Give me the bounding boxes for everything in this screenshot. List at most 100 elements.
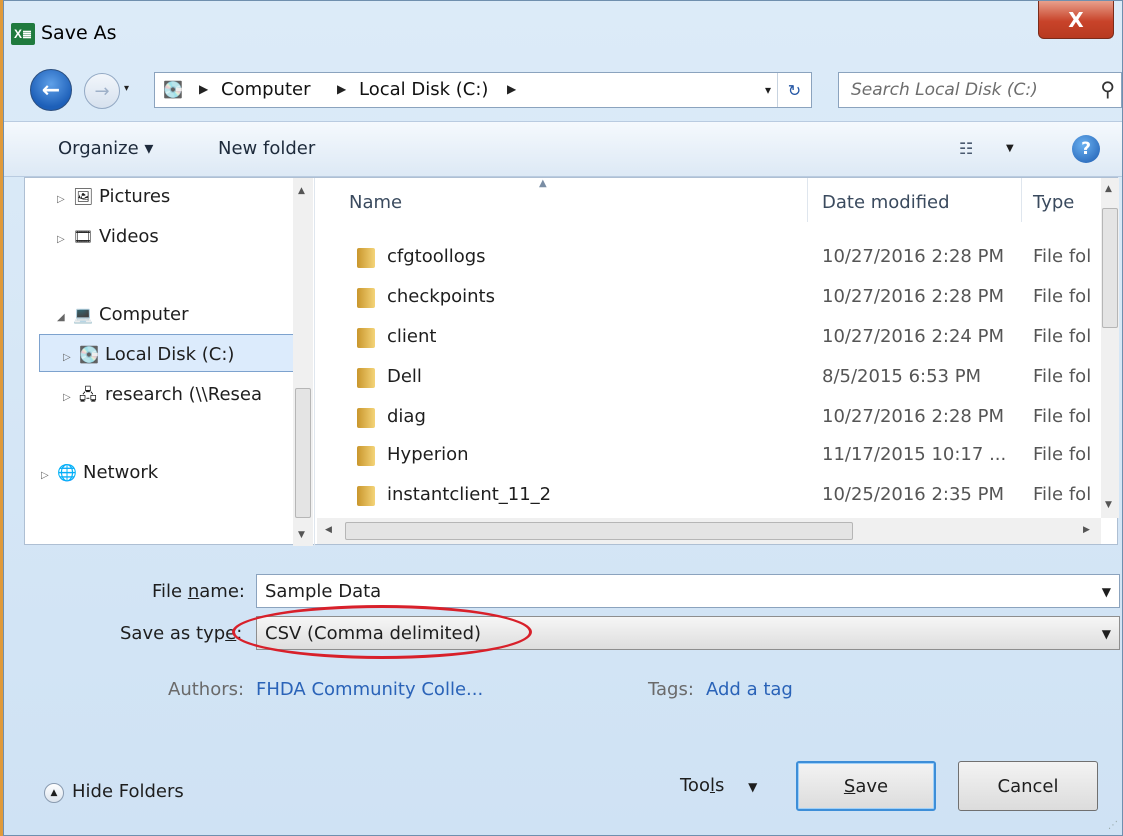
file-type: File fol <box>1033 366 1092 387</box>
file-name-field[interactable]: Sample Data ▼ <box>256 574 1120 608</box>
collapse-arrow-icon[interactable]: ◢ <box>57 312 73 323</box>
table-row[interactable]: checkpoints 10/27/2016 2:28 PM File fol <box>317 278 1101 318</box>
chevron-right-icon[interactable]: ▶ <box>199 82 208 96</box>
file-name: checkpoints <box>387 286 495 307</box>
recent-locations-dropdown[interactable]: ▾ <box>124 83 129 94</box>
breadcrumb-computer[interactable]: Computer <box>221 79 310 100</box>
add-tag-link[interactable]: Add a tag <box>706 679 793 700</box>
sidebar-item-label: Videos <box>99 226 159 247</box>
folder-icon <box>357 408 375 428</box>
file-name: cfgtoollogs <box>387 246 486 267</box>
chevron-right-icon[interactable]: ▶ <box>337 82 346 96</box>
chevron-down-icon: ▼ <box>748 780 758 794</box>
file-name-label: File name: <box>152 581 245 602</box>
scrollbar-thumb[interactable] <box>1102 208 1118 328</box>
expand-arrow-icon[interactable]: ▷ <box>63 392 79 403</box>
drive-icon: 💽 <box>163 80 183 99</box>
address-bar[interactable]: 💽 ▶ Computer ▶ Local Disk (C:) ▶ ▾ ↻ <box>154 72 812 108</box>
scroll-down-icon[interactable]: ▼ <box>298 530 305 540</box>
file-type: File fol <box>1033 326 1092 347</box>
close-button[interactable]: X <box>1038 1 1114 39</box>
search-icon[interactable]: ⚲ <box>1100 77 1115 101</box>
forward-button[interactable]: → <box>84 73 120 109</box>
sidebar-item-network[interactable]: ▷ 🌐 Network <box>41 462 158 483</box>
computer-icon: 💻 <box>73 305 93 324</box>
drive-icon: 💽 <box>79 345 99 364</box>
expand-arrow-icon[interactable]: ▷ <box>57 234 73 245</box>
file-name: diag <box>387 406 426 427</box>
tools-menu-button[interactable]: Tools ▼ <box>680 775 757 796</box>
sidebar-item-computer[interactable]: ◢ 💻 Computer <box>57 304 188 325</box>
sort-ascending-icon: ▲ <box>539 178 547 189</box>
sidebar-item-label: Pictures <box>99 186 171 207</box>
tags-label: Tags: <box>648 679 694 700</box>
sidebar-item-pictures[interactable]: ▷ 🖼 Pictures <box>57 186 170 207</box>
file-list-vertical-scrollbar[interactable]: ▲ ▼ <box>1101 178 1119 518</box>
back-button[interactable]: ← <box>30 69 72 111</box>
column-header-date-modified[interactable]: Date modified <box>822 192 950 213</box>
file-type: File fol <box>1033 286 1092 307</box>
browser-area: ▷ 🖼 Pictures ▷ 🎞 Videos ◢ 💻 Computer ▷ 💽 Local D… <box>24 177 1119 546</box>
table-row[interactable]: client 10/27/2016 2:24 PM File fol <box>317 318 1101 358</box>
column-header-type[interactable]: Type <box>1033 192 1074 213</box>
sidebar-item-local-disk[interactable]: ▷ 💽 Local Disk (C:) <box>63 344 234 365</box>
address-dropdown-icon[interactable]: ▾ <box>765 83 771 97</box>
sidebar-item-label: Computer <box>99 304 189 325</box>
table-row[interactable]: instantclient_11_2 10/25/2016 2:35 PM Fi… <box>317 476 1101 516</box>
scroll-right-icon[interactable]: ▶ <box>1083 525 1090 535</box>
search-placeholder: Search Local Disk (C:) <box>851 80 1038 100</box>
new-folder-button[interactable]: New folder <box>218 138 315 159</box>
column-divider[interactable] <box>807 178 808 222</box>
resize-grip-icon[interactable]: ⋰ <box>1108 820 1118 831</box>
network-icon: 🌐 <box>57 463 77 482</box>
file-name: instantclient_11_2 <box>387 484 552 505</box>
chevron-down-icon[interactable]: ▼ <box>1102 627 1111 641</box>
cancel-button[interactable]: Cancel <box>958 761 1098 811</box>
network-drive-icon: 🖧 <box>79 385 97 404</box>
excel-app-icon: X≣ <box>11 23 35 45</box>
chevron-right-icon[interactable]: ▶ <box>507 82 516 96</box>
authors-value[interactable]: FHDA Community Colle... <box>256 679 483 700</box>
scroll-up-icon[interactable]: ▲ <box>298 186 305 196</box>
authors-label: Authors: <box>168 679 245 700</box>
table-row[interactable]: diag 10/27/2016 2:28 PM File fol <box>317 398 1101 438</box>
refresh-button[interactable]: ↻ <box>777 73 811 107</box>
save-button[interactable]: Save <box>796 761 936 811</box>
expand-arrow-icon[interactable]: ▷ <box>41 470 57 481</box>
column-divider[interactable] <box>1021 178 1022 222</box>
help-icon[interactable]: ? <box>1072 135 1100 163</box>
organize-menu-button[interactable]: Organize ▾ <box>58 138 153 159</box>
scrollbar-thumb[interactable] <box>345 522 853 540</box>
column-header-name[interactable]: Name <box>349 192 402 213</box>
hide-folders-button[interactable]: ▲ Hide Folders <box>44 781 184 803</box>
chevron-down-icon[interactable]: ▼ <box>1102 585 1111 599</box>
scrollbar-thumb[interactable] <box>295 388 311 518</box>
sidebar-item-label: research (\\Resea <box>105 384 262 405</box>
folder-icon <box>357 248 375 268</box>
file-date: 11/17/2015 10:17 ... <box>822 444 1007 465</box>
expand-arrow-icon[interactable]: ▷ <box>57 194 73 205</box>
sidebar-item-research[interactable]: ▷ 🖧 research (\\Resea <box>63 384 291 411</box>
table-row[interactable]: Hyperion 11/17/2015 10:17 ... File fol <box>317 436 1101 476</box>
file-name-value: Sample Data <box>265 581 382 602</box>
folder-icon <box>357 288 375 308</box>
breadcrumb-local-disk[interactable]: Local Disk (C:) <box>359 79 488 100</box>
file-list-horizontal-scrollbar[interactable]: ◀ ▶ <box>317 518 1101 544</box>
file-name: client <box>387 326 437 347</box>
view-options-icon[interactable]: ☷ <box>959 139 973 158</box>
sidebar-item-videos[interactable]: ▷ 🎞 Videos <box>57 226 159 247</box>
search-input[interactable]: Search Local Disk (C:) ⚲ <box>838 72 1122 108</box>
scroll-up-icon[interactable]: ▲ <box>1105 184 1112 194</box>
navigation-scrollbar[interactable]: ▲ ▼ <box>293 178 313 546</box>
expand-arrow-icon[interactable]: ▷ <box>63 352 79 363</box>
folder-icon <box>357 368 375 388</box>
folder-icon <box>357 328 375 348</box>
table-row[interactable]: cfgtoollogs 10/27/2016 2:28 PM File fol <box>317 238 1101 278</box>
save-as-type-label: Save as type: <box>120 623 243 644</box>
pictures-icon: 🖼 <box>73 187 94 206</box>
scroll-left-icon[interactable]: ◀ <box>325 525 332 535</box>
view-dropdown-icon[interactable]: ▼ <box>1006 143 1014 154</box>
file-name: Hyperion <box>387 444 469 465</box>
scroll-down-icon[interactable]: ▼ <box>1105 500 1112 510</box>
table-row[interactable]: Dell 8/5/2015 6:53 PM File fol <box>317 358 1101 398</box>
